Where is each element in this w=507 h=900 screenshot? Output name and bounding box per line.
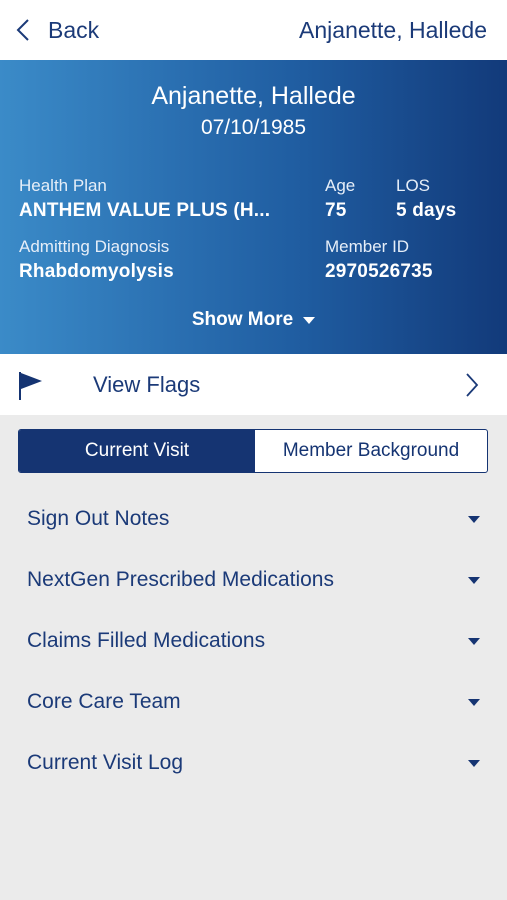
member-id-value: 2970526735 [325, 261, 433, 282]
show-more-label: Show More [191, 309, 294, 330]
section-nextgen-prescribed-medications[interactable]: NextGen Prescribed Medications [0, 550, 507, 610]
health-plan-value: ANTHEM VALUE PLUS (H... [19, 200, 271, 221]
view-flags-label: View Flags [93, 372, 201, 397]
section-label: Sign Out Notes [27, 507, 170, 530]
nav-title: Anjanette, Hallede [299, 17, 487, 43]
chevron-right-icon [465, 372, 479, 403]
age-value: 75 [325, 200, 347, 221]
visit-tabs: Current Visit Member Background [18, 429, 488, 473]
section-claims-filled-medications[interactable]: Claims Filled Medications [0, 611, 507, 671]
caret-down-icon [468, 638, 480, 645]
flag-icon [18, 371, 44, 406]
section-label: Claims Filled Medications [27, 629, 266, 652]
caret-down-icon [468, 577, 480, 584]
tab-current-visit[interactable]: Current Visit [19, 430, 255, 472]
patient-header: Anjanette, Hallede 07/10/1985 Health Pla… [0, 60, 507, 354]
view-flags-row[interactable]: View Flags [0, 354, 507, 415]
los-label: LOS [396, 176, 431, 195]
age-label: Age [325, 176, 356, 195]
los-value: 5 days [396, 200, 457, 221]
section-current-visit-log[interactable]: Current Visit Log [0, 733, 507, 793]
caret-down-icon [468, 516, 480, 523]
health-plan-label: Health Plan [19, 176, 107, 195]
section-label: NextGen Prescribed Medications [27, 568, 334, 591]
patient-name: Anjanette, Hallede [151, 82, 356, 110]
chevron-left-icon [16, 18, 30, 42]
section-label: Core Care Team [27, 690, 181, 713]
show-more-button[interactable]: Show More [0, 309, 507, 331]
caret-down-icon [468, 760, 480, 767]
caret-down-icon [303, 316, 316, 324]
member-id-label: Member ID [325, 237, 410, 256]
tab-member-background[interactable]: Member Background [255, 430, 487, 472]
patient-dob: 07/10/1985 [200, 116, 307, 139]
section-core-care-team[interactable]: Core Care Team [0, 672, 507, 732]
section-label: Current Visit Log [27, 751, 184, 774]
back-label: Back [48, 16, 100, 43]
diagnosis-label: Admitting Diagnosis [19, 237, 170, 256]
caret-down-icon [468, 699, 480, 706]
diagnosis-value: Rhabdomyolysis [19, 261, 174, 282]
section-sign-out-notes[interactable]: Sign Out Notes [0, 489, 507, 549]
navigation-bar: Back Anjanette, Hallede [0, 0, 507, 60]
back-button[interactable]: Back [16, 0, 99, 60]
